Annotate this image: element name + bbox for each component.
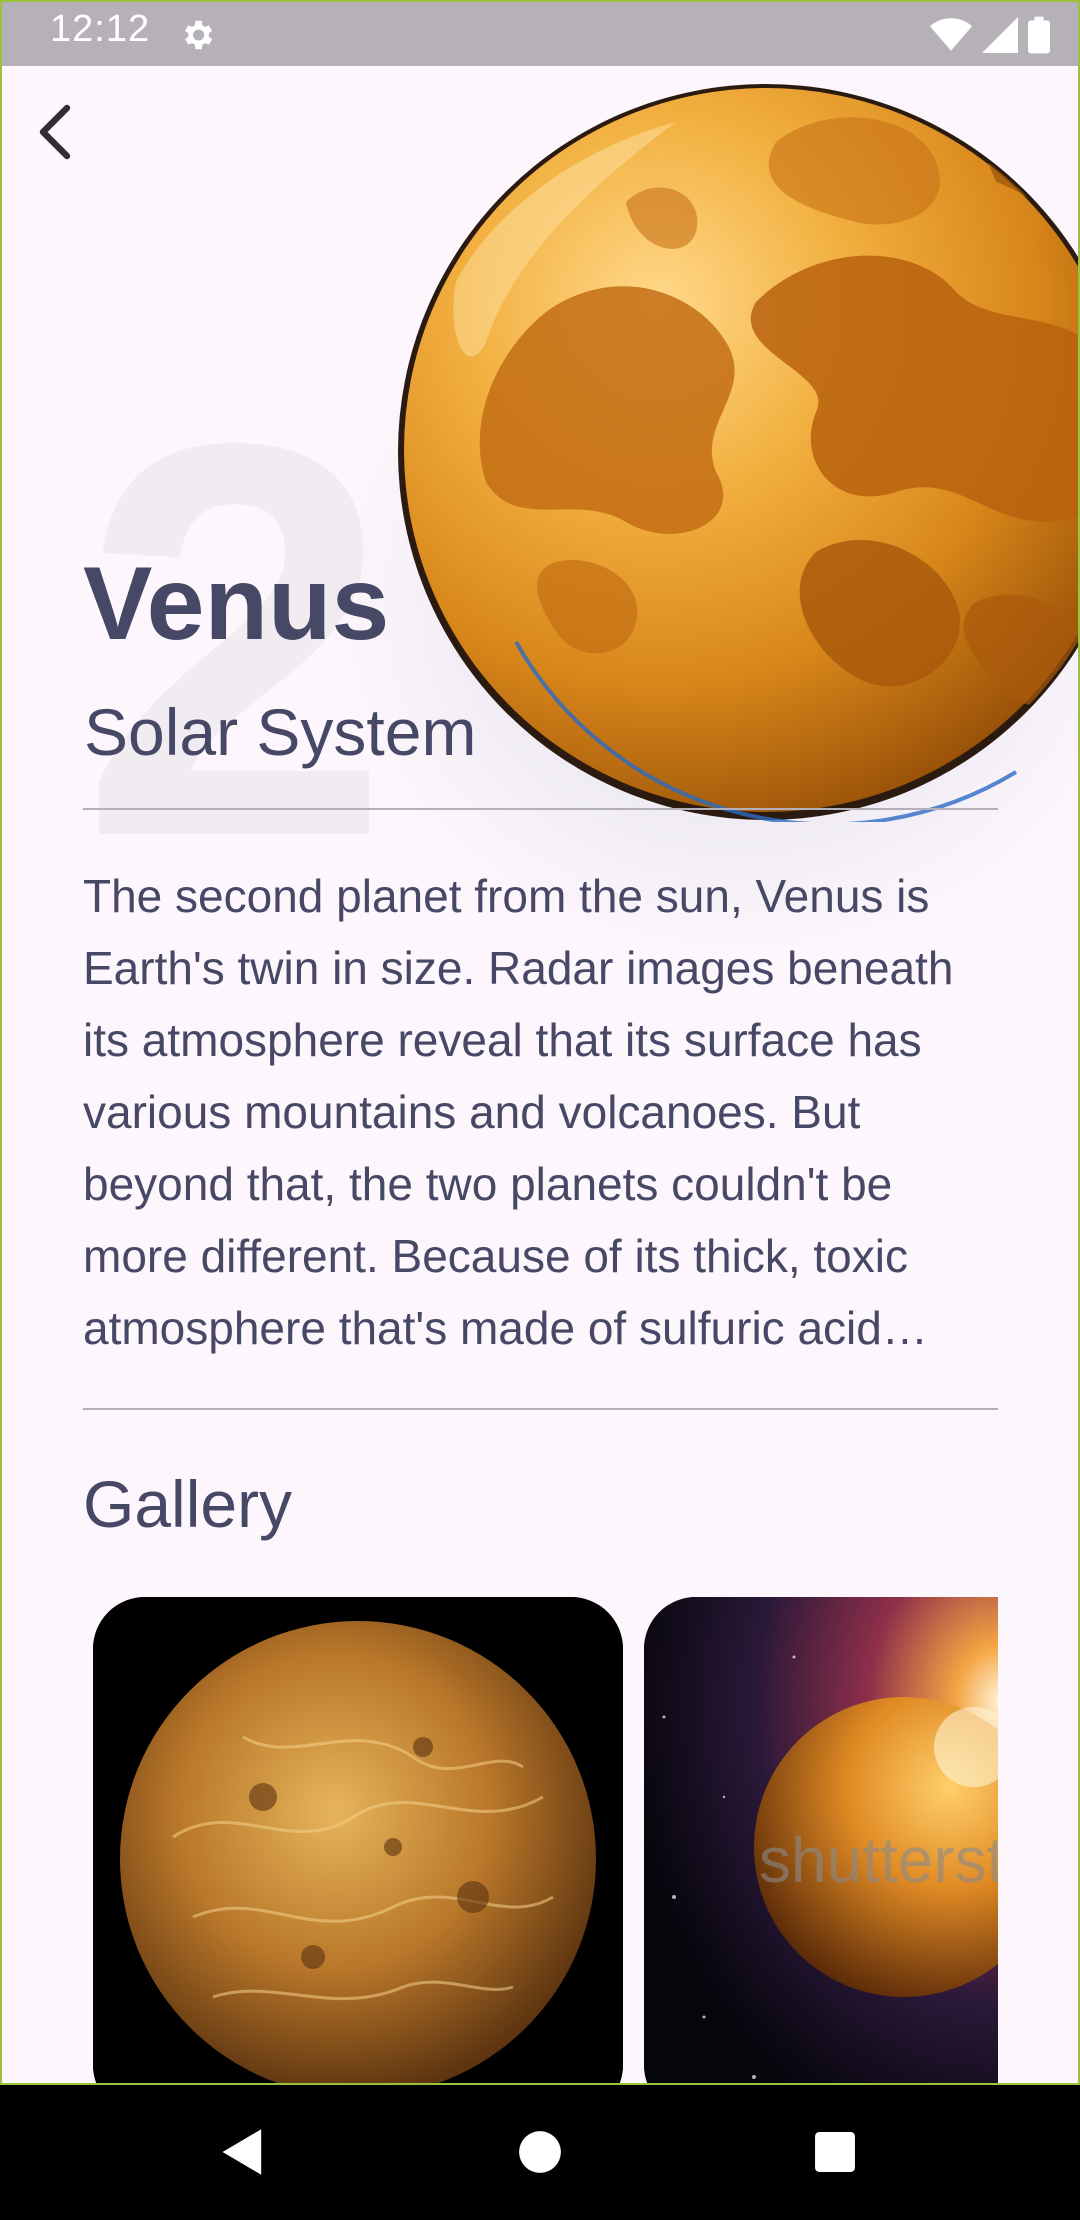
gallery-item-venus-space[interactable]: shutterstock xyxy=(644,1597,998,2097)
nav-back-button[interactable] xyxy=(208,2117,278,2187)
status-time: 12:12 xyxy=(50,8,151,50)
navigation-bar xyxy=(0,2085,1080,2220)
nav-home-button[interactable] xyxy=(505,2117,575,2187)
signal-icon xyxy=(982,17,1018,53)
planet-description: The second planet from the sun, Venus is… xyxy=(83,870,954,1354)
venus-space-photo: shutterstock xyxy=(644,1597,998,2097)
status-bar: 12:12 xyxy=(0,0,1080,66)
gallery-item-venus-radar[interactable] xyxy=(93,1597,623,2097)
planet-system: Solar System xyxy=(84,695,477,769)
recents-square-icon xyxy=(815,2132,855,2172)
planet-detail-screen: 12:12 2 Venus Solar System The second pl… xyxy=(0,0,1080,2220)
divider-top xyxy=(83,808,998,810)
back-button[interactable] xyxy=(20,92,90,172)
gallery-list[interactable]: shutterstock xyxy=(93,1597,998,2097)
nav-recents-button[interactable] xyxy=(800,2117,870,2187)
home-circle-icon xyxy=(519,2131,561,2173)
divider-bottom xyxy=(83,1408,998,1410)
gallery-title: Gallery xyxy=(83,1467,293,1541)
wifi-icon xyxy=(930,18,972,51)
gear-icon xyxy=(184,20,213,50)
planet-illustration xyxy=(396,82,1080,827)
status-icons xyxy=(930,16,1050,54)
back-triangle-icon xyxy=(222,2129,262,2175)
venus-radar-photo xyxy=(93,1597,623,2097)
planet-name: Venus xyxy=(83,546,390,662)
chevron-left-icon xyxy=(39,104,71,160)
shutterstock-watermark: shutterstock xyxy=(759,1824,998,1896)
battery-icon xyxy=(1028,16,1050,54)
